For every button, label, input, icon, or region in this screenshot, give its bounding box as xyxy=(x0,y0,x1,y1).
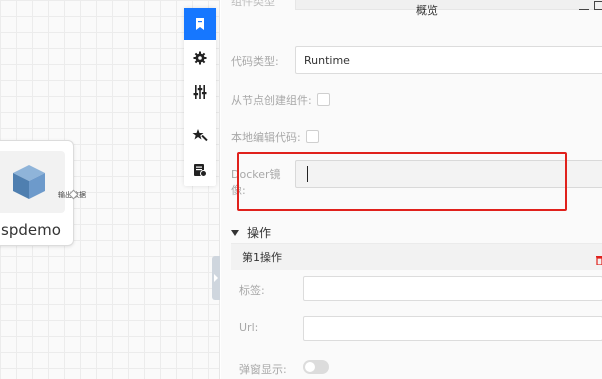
tag-label: 标签: xyxy=(239,284,265,297)
node-icon-box xyxy=(0,151,65,213)
operation-card-title: 第1操作 xyxy=(242,251,282,264)
url-label: Url: xyxy=(239,321,259,334)
overview-tool-button[interactable] xyxy=(184,8,216,40)
side-toolbar xyxy=(184,8,216,186)
code-type-select[interactable]: Runtime xyxy=(295,46,602,74)
url-input[interactable] xyxy=(303,316,602,341)
highlight-annotation xyxy=(237,152,567,211)
operations-section-label: 操作 xyxy=(247,226,272,240)
magic-wand-icon xyxy=(192,129,208,142)
node-name: spdemo xyxy=(1,221,61,239)
panel-collapse-handle[interactable] xyxy=(212,256,220,300)
sliders-icon xyxy=(193,85,207,99)
popup-display-label: 弹窗显示: xyxy=(239,363,287,376)
settings-tool-button[interactable] xyxy=(184,42,216,74)
cube-icon xyxy=(13,165,45,199)
edit-local-code-checkbox[interactable] xyxy=(306,130,319,143)
component-type-label: 组件类型 xyxy=(231,0,275,8)
edit-local-code-label: 本地编辑代码: xyxy=(231,131,301,144)
delete-icon[interactable] xyxy=(596,250,602,269)
panel-title: 概览 xyxy=(416,4,438,17)
collapse-triangle-icon xyxy=(231,229,239,236)
bookmark-icon xyxy=(196,18,204,30)
code-type-label: 代码类型: xyxy=(231,55,279,68)
operation-card: 第1操作 标签: Url: 弹窗显示: xyxy=(231,243,602,379)
component-type-field[interactable] xyxy=(295,0,602,10)
params-tool-button[interactable] xyxy=(184,76,216,108)
gear-icon xyxy=(193,51,207,65)
maximize-icon[interactable] xyxy=(594,1,602,10)
operation-card-header: 第1操作 xyxy=(231,244,602,270)
magic-tool-button[interactable] xyxy=(184,120,216,152)
operations-section-toggle[interactable]: 操作 xyxy=(231,224,271,241)
popup-display-toggle[interactable] xyxy=(303,360,329,374)
tag-input[interactable] xyxy=(303,276,602,301)
task-tool-button[interactable] xyxy=(184,154,216,186)
code-type-value: Runtime xyxy=(304,53,350,67)
minimize-icon[interactable] xyxy=(579,9,589,10)
create-from-node-label: 从节点创建组件: xyxy=(231,94,312,107)
task-list-icon xyxy=(194,164,207,177)
create-from-node-checkbox[interactable] xyxy=(317,93,330,106)
